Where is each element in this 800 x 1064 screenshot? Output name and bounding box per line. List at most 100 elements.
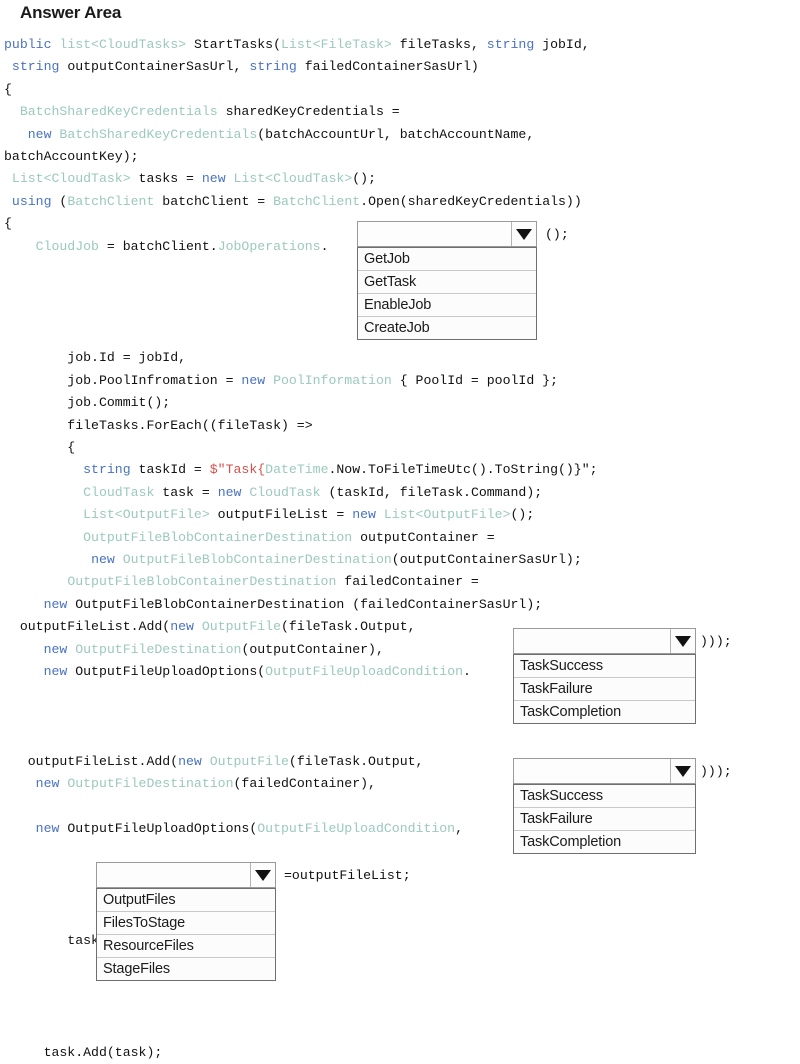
code-line: { — [0, 437, 800, 459]
code-line: OutputFileBlobContainerDestination faile… — [0, 571, 800, 593]
code-token: JobOperations — [217, 238, 321, 254]
list-item[interactable]: TaskCompletion — [514, 831, 695, 853]
chevron-down-icon[interactable] — [511, 222, 536, 246]
code-token: string — [83, 462, 131, 478]
chevron-down-icon[interactable] — [670, 629, 695, 653]
code-token: OutputFileUploadOptions( — [67, 820, 258, 836]
code-token: (failedContainer), — [233, 775, 376, 791]
code-token: job.Commit(); — [4, 395, 171, 411]
code-line: List<CloudTask> tasks = new List<CloudTa… — [0, 168, 800, 190]
code-line: public list<CloudTasks> StartTasks(List<… — [0, 34, 800, 56]
code-token: OutputFileUploadOptions( — [75, 663, 266, 679]
dropdown-upload-condition-failed-box[interactable] — [513, 758, 696, 784]
code-token: fileTasks, — [391, 37, 487, 52]
code-line: job.Id = jobId, — [0, 347, 800, 369]
code-token: (batchAccountUrl, batchAccountName, — [257, 126, 535, 142]
dropdown-job-operation-box[interactable] — [357, 221, 537, 247]
code-line: using (BatchClient batchClient = BatchCl… — [0, 191, 800, 213]
code-token: (fileTask.Output, — [281, 619, 416, 635]
code-token: task.Add(task); — [4, 1044, 163, 1060]
code-token: (fileTask.Output, — [288, 753, 424, 769]
code-token: new — [43, 641, 76, 657]
code-token: new — [178, 753, 210, 769]
list-item[interactable]: GetTask — [358, 271, 536, 294]
code-token: string — [486, 37, 535, 52]
list-item[interactable]: TaskFailure — [514, 808, 695, 831]
code-token: OutputFileUploadCondition — [257, 820, 456, 836]
code-token: $"Task{ — [209, 462, 266, 478]
dropdown-upload-condition-output-box[interactable] — [513, 628, 696, 654]
code-token: tasks = — [130, 171, 202, 187]
code-token: jobId, — [534, 37, 590, 52]
code-token: new — [217, 484, 250, 500]
code-token: fileTasks.ForEach((fileTask) => — [4, 417, 313, 433]
code-line: { — [0, 79, 800, 101]
code-token: (); — [510, 507, 535, 523]
dropdown-job-operation-options[interactable]: GetJob GetTask EnableJob CreateJob — [357, 247, 537, 340]
code-line: job.PoolInfromation = new PoolInformatio… — [0, 370, 800, 392]
dropdown-task-property-box[interactable] — [96, 862, 276, 888]
list-item[interactable]: TaskCompletion — [514, 701, 695, 723]
code-token: , — [455, 820, 464, 836]
code-token: CloudTask — [249, 484, 321, 500]
list-item[interactable]: TaskFailure — [514, 678, 695, 701]
code-token: new — [43, 663, 76, 679]
code-token: (outputContainerSasUrl); — [391, 551, 582, 567]
code-token: new — [35, 775, 68, 791]
dropdown-upload-condition-output-options[interactable]: TaskSuccess TaskFailure TaskCompletion — [513, 654, 696, 724]
code-token: { PoolId = poolId }; — [391, 372, 558, 388]
code-line: new OutputFileBlobContainerDestination (… — [0, 594, 800, 616]
code-line: new BatchSharedKeyCredentials(batchAccou… — [0, 124, 800, 146]
chevron-down-icon[interactable] — [250, 863, 275, 887]
code-token: DateTime — [265, 462, 329, 478]
code-token: BatchClient — [273, 193, 361, 209]
list-item[interactable]: EnableJob — [358, 294, 536, 317]
dropdown-task-property-options[interactable]: OutputFiles FilesToStage ResourceFiles S… — [96, 888, 276, 981]
code-token: new — [43, 596, 76, 612]
code-token: job.Id = jobId, — [4, 350, 187, 366]
code-token: List<OutputFile> — [383, 507, 511, 523]
code-token: new — [170, 619, 202, 635]
code-token: OutputFileUploadCondition — [265, 663, 464, 679]
code-token: List<OutputFile> — [83, 507, 210, 523]
code-token: outputFileList.Add( — [4, 753, 179, 769]
code-token: { — [4, 216, 12, 232]
list-item[interactable]: StageFiles — [97, 958, 275, 980]
list-item[interactable]: GetJob — [358, 248, 536, 271]
list-item[interactable]: FilesToStage — [97, 912, 275, 935]
code-line: fileTasks.ForEach((fileTask) => — [0, 415, 800, 437]
code-line: string outputContainerSasUrl, string fai… — [0, 56, 800, 78]
code-token: { — [4, 81, 12, 97]
list-item[interactable]: TaskSuccess — [514, 655, 695, 678]
code-line: job.Commit(); — [0, 392, 800, 414]
chevron-down-icon[interactable] — [670, 759, 695, 783]
code-token: new — [352, 507, 384, 523]
page-title: Answer Area — [20, 3, 122, 22]
code-line: string taskId = $"Task{DateTime.Now.ToFi… — [0, 459, 800, 481]
code-token: = batchClient. — [98, 238, 218, 254]
list-item[interactable]: ResourceFiles — [97, 935, 275, 958]
code-line: batchAccountKey); — [0, 146, 800, 168]
code-token: OutputFileBlobContainerDestination — [83, 529, 353, 545]
code-token: new — [91, 551, 123, 567]
code-token: new — [35, 820, 68, 836]
code-line: BatchSharedKeyCredentials sharedKeyCrede… — [0, 101, 800, 123]
code-token: . — [463, 663, 471, 679]
code-token: job.PoolInfromation = — [4, 372, 242, 388]
dropdown-upload-condition-failed-options[interactable]: TaskSuccess TaskFailure TaskCompletion — [513, 784, 696, 854]
list-item[interactable]: CreateJob — [358, 317, 536, 339]
code-token: outputFileList.Add( — [4, 619, 171, 635]
list-item[interactable]: OutputFiles — [97, 889, 275, 912]
list-item[interactable]: TaskSuccess — [514, 785, 695, 808]
